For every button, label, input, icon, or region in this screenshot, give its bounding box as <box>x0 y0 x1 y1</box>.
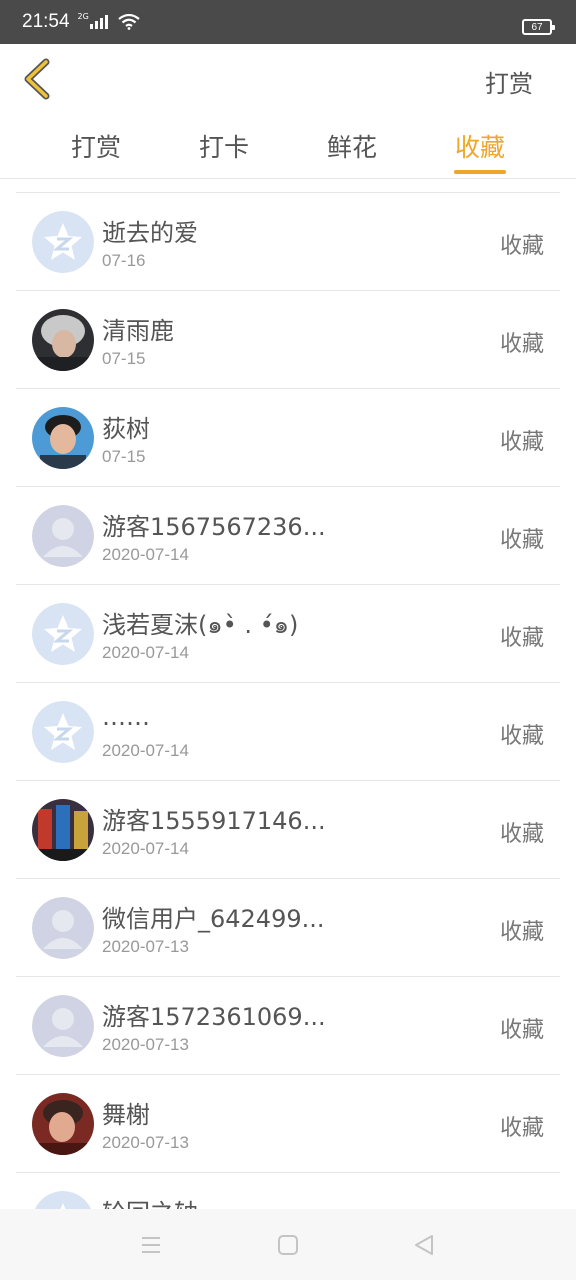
item-action-label: 收藏 <box>499 724 544 749</box>
favorites-list: 逝去的爱 07-16 收藏 清雨鹿 07-15 收藏 荻树 07-15 收藏 游… <box>16 193 560 1209</box>
list-item[interactable]: 荻树 07-15 收藏 <box>16 389 560 487</box>
default-person-avatar-icon <box>32 897 94 959</box>
user-name: 舞榭 <box>102 1101 150 1129</box>
back-chevron-icon[interactable] <box>20 58 56 100</box>
reward-header-button[interactable]: 打赏 <box>485 64 533 99</box>
user-name: 游客1567567236... <box>102 513 326 541</box>
user-name: 游客1572361069... <box>102 1003 326 1031</box>
item-date: 2020-07-13 <box>102 1133 189 1152</box>
user-photo-avatar <box>32 407 94 469</box>
item-action-label: 收藏 <box>499 1116 544 1141</box>
item-date: 2020-07-13 <box>102 1035 189 1054</box>
list-item[interactable]: 游客1555917146... 2020-07-14 收藏 <box>16 781 560 879</box>
item-date: 07-15 <box>102 349 146 368</box>
item-action-label: 收藏 <box>499 234 544 259</box>
tab-checkin[interactable]: 打卡 <box>194 128 254 164</box>
list-item[interactable]: 舞榭 2020-07-13 收藏 <box>16 1075 560 1173</box>
home-icon[interactable] <box>276 1233 300 1257</box>
qq-default-avatar-icon <box>32 603 94 665</box>
user-name: 微信用户_642499... <box>102 905 325 933</box>
item-action-label: 收藏 <box>499 1018 544 1043</box>
item-date: 07-15 <box>102 447 146 466</box>
user-name: 清雨鹿 <box>102 317 174 345</box>
user-photo-avatar <box>32 309 94 371</box>
user-photo-avatar <box>32 799 94 861</box>
tab-favorites[interactable]: 收藏 <box>450 128 510 164</box>
item-action-label: 收藏 <box>499 920 544 945</box>
item-date: 2020-07-14 <box>102 741 189 760</box>
user-name: 荻树 <box>102 415 150 443</box>
item-action-label: 收藏 <box>499 626 544 651</box>
header-divider <box>0 178 576 179</box>
item-date: 2020-07-14 <box>102 839 189 858</box>
qq-default-avatar-icon <box>32 701 94 763</box>
user-photo-avatar <box>32 1093 94 1155</box>
wifi-icon <box>118 14 140 30</box>
list-item[interactable]: 微信用户_642499... 2020-07-13 收藏 <box>16 879 560 977</box>
tab-reward[interactable]: 打赏 <box>66 128 126 164</box>
menu-icon[interactable] <box>139 1233 163 1257</box>
qq-default-avatar-icon <box>32 211 94 273</box>
battery-level: 67 <box>531 21 543 33</box>
item-action-label: 收藏 <box>499 430 544 455</box>
list-item[interactable]: 逝去的爱 07-16 收藏 <box>16 193 560 291</box>
list-item[interactable]: 浅若夏沫(๑•̀ . •́๑) 2020-07-14 收藏 <box>16 585 560 683</box>
tab-flowers[interactable]: 鲜花 <box>322 128 382 164</box>
system-nav-bar <box>0 1209 576 1280</box>
default-person-avatar-icon <box>32 505 94 567</box>
status-bar: 21:54 2G 67 <box>0 0 576 44</box>
list-item[interactable]: 清雨鹿 07-15 收藏 <box>16 291 560 389</box>
item-date: 2020-07-13 <box>102 937 189 956</box>
user-name: 轮回之轴 <box>102 1193 198 1209</box>
list-item[interactable]: 游客1567567236... 2020-07-14 收藏 <box>16 487 560 585</box>
battery-icon: 67 <box>522 19 555 35</box>
user-name: 逝去的爱 <box>102 219 198 247</box>
user-name: 浅若夏沫(๑•̀ . •́๑) <box>102 611 299 639</box>
status-time: 21:54 <box>22 11 70 32</box>
default-person-avatar-icon <box>32 995 94 1057</box>
item-date: 2020-07-14 <box>102 545 189 564</box>
item-date: 2020-07-14 <box>102 643 189 662</box>
tab-bar: 打赏 打卡 鲜花 收藏 <box>0 116 576 178</box>
item-action-label: 收藏 <box>499 822 544 847</box>
signal-icon <box>89 15 110 29</box>
user-name: …… <box>102 703 150 731</box>
qq-default-avatar-icon <box>32 1191 94 1209</box>
item-action-label: 收藏 <box>499 332 544 357</box>
item-action-label: 收藏 <box>499 528 544 553</box>
active-tab-indicator <box>454 170 506 174</box>
item-date: 07-16 <box>102 251 146 270</box>
list-item[interactable]: 游客1572361069... 2020-07-13 收藏 <box>16 977 560 1075</box>
list-item[interactable]: …… 2020-07-14 收藏 <box>16 683 560 781</box>
network-type: 2G <box>77 11 89 21</box>
list-item[interactable]: 轮回之轴 <box>16 1173 560 1209</box>
user-name: 游客1555917146... <box>102 807 326 835</box>
header: 打赏 <box>0 44 576 116</box>
back-icon[interactable] <box>412 1233 436 1257</box>
